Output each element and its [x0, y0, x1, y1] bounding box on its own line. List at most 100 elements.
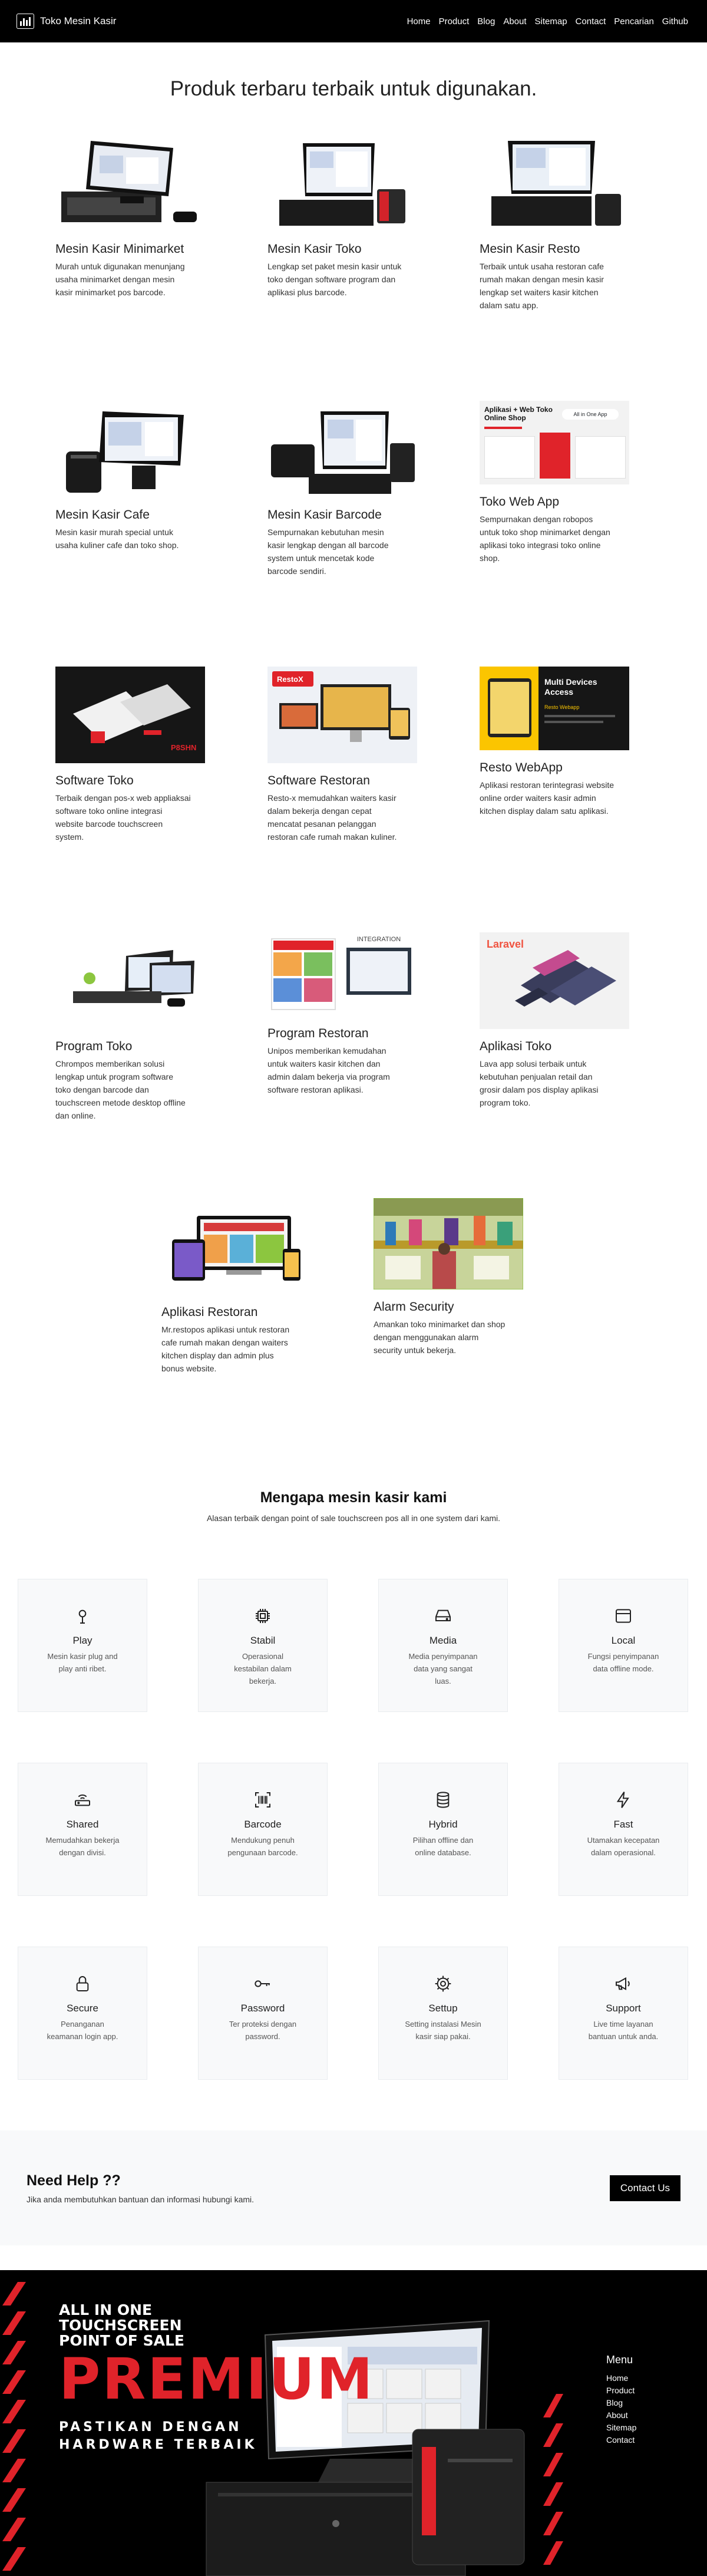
- feature-text: Pilihan offline dan online database.: [412, 1836, 474, 1857]
- product-card[interactable]: INTEGRATION Program Restoran Unipos memb…: [267, 932, 440, 1198]
- database-icon: [431, 1788, 455, 1812]
- feature-title: Local: [611, 1635, 636, 1646]
- product-card[interactable]: Program Toko Chrompos memberikan solusi …: [55, 932, 227, 1198]
- feature-card: Local Fungsi penyimpanan data offline mo…: [559, 1579, 688, 1712]
- hdd-icon: [431, 1604, 455, 1628]
- webapp-promo-image: Aplikasi + Web Toko Online Shop All in O…: [480, 401, 629, 484]
- feature-title: Fast: [613, 1819, 633, 1830]
- feature-title: Settup: [428, 2003, 458, 2014]
- footer-link-home[interactable]: Home: [606, 2372, 636, 2384]
- product-title[interactable]: Resto WebApp: [480, 761, 652, 775]
- product-title[interactable]: Program Restoran: [267, 1027, 440, 1041]
- product-title[interactable]: Mesin Kasir Toko: [267, 242, 440, 256]
- product-title[interactable]: Mesin Kasir Cafe: [55, 508, 227, 522]
- product-text: Terbaik untuk usaha restoran cafe rumah …: [480, 262, 604, 310]
- alarm-security-image: [374, 1198, 523, 1289]
- product-title[interactable]: Mesin Kasir Minimarket: [55, 242, 227, 256]
- feature-card: Secure Penanganan keamanan login app.: [18, 1947, 147, 2080]
- nav-link-contact[interactable]: Contact: [576, 17, 606, 27]
- product-text: Resto-x memudahkan waiters kasir dalam b…: [267, 793, 397, 842]
- feature-title: Play: [72, 1635, 92, 1646]
- product-card[interactable]: Mesin Kasir Resto Terbaik untuk usaha re…: [480, 135, 652, 401]
- feature-card: Shared Memudahkan bekerja dengan divisi.: [18, 1763, 147, 1896]
- footer-link-product[interactable]: Product: [606, 2384, 636, 2397]
- integration-text: INTEGRATION: [356, 936, 401, 943]
- feature-card: Support Live time layanan bantuan untuk …: [559, 1947, 688, 2080]
- brand[interactable]: Toko Mesin Kasir: [16, 14, 116, 29]
- product-card[interactable]: Aplikasi Restoran Mr.restopos aplikasi u…: [161, 1198, 333, 1464]
- product-title[interactable]: Aplikasi Restoran: [161, 1305, 333, 1320]
- screen-tile: [273, 952, 302, 976]
- help-section: Need Help ?? Jika anda membutuhkan bantu…: [0, 2130, 707, 2245]
- product-title[interactable]: Aplikasi Toko: [480, 1040, 652, 1054]
- feature-title: Media: [429, 1635, 457, 1646]
- product-card[interactable]: P8SHN Software Toko Terbaik dengan pos-x…: [55, 667, 227, 932]
- pos-terminal-image: [55, 135, 205, 232]
- product-card[interactable]: Laravel Aplikasi Toko Lava app solusi te…: [480, 932, 652, 1198]
- nav-link-home[interactable]: Home: [407, 17, 431, 27]
- feature-title: Barcode: [244, 1819, 282, 1830]
- promo-badge: All in One App: [562, 409, 619, 420]
- product-title[interactable]: Alarm Security: [374, 1300, 546, 1314]
- promo-underline: [484, 427, 522, 429]
- product-card[interactable]: Mesin Kasir Toko Lengkap set paket mesin…: [267, 135, 440, 401]
- nav-link-pencarian[interactable]: Pencarian: [614, 17, 654, 27]
- feature-card: Hybrid Pilihan offline dan online databa…: [378, 1763, 508, 1896]
- pos-terminal-image: [55, 401, 205, 497]
- aplikasi-toko-image: Laravel: [480, 932, 629, 1029]
- feature-text: Memudahkan bekerja dengan divisi.: [45, 1836, 120, 1857]
- product-text: Sempurnakan dengan robopos untuk toko sh…: [480, 514, 610, 563]
- footer-link-about[interactable]: About: [606, 2409, 636, 2422]
- brand-name: Toko Mesin Kasir: [40, 15, 117, 27]
- product-text: Mesin kasir murah special untuk usaha ku…: [55, 527, 179, 550]
- feature-card: Settup Setting instalasi Mesin kasir sia…: [378, 1947, 508, 2080]
- feature-title: Shared: [66, 1819, 99, 1830]
- footer: ALL IN ONE TOUCHSCREEN POINT OF SALE PRE…: [0, 2270, 707, 2576]
- barcode-icon: [251, 1788, 275, 1812]
- feature-text: Live time layanan bantuan untuk anda.: [588, 2020, 659, 2041]
- product-card[interactable]: Aplikasi + Web Toko Online Shop All in O…: [480, 401, 652, 667]
- feature-text: Penanganan keamanan login app.: [47, 2020, 118, 2041]
- footer-link-sitemap[interactable]: Sitemap: [606, 2422, 636, 2434]
- product-title[interactable]: Software Restoran: [267, 774, 440, 788]
- product-card[interactable]: RestoX Software Restoran Resto-x memudah…: [267, 667, 440, 932]
- contact-us-button[interactable]: Contact Us: [609, 2175, 680, 2201]
- product-text: Aplikasi restoran terintegrasi website o…: [480, 780, 614, 816]
- window-icon: [612, 1604, 635, 1628]
- software-toko-image: P8SHN: [55, 667, 205, 763]
- key-icon: [251, 1972, 275, 1996]
- promo-tile-2: [540, 433, 570, 479]
- product-card[interactable]: Multi Devices Access Resto Webapp Resto …: [480, 667, 652, 932]
- product-card[interactable]: Alarm Security Amankan toko minimarket d…: [374, 1198, 546, 1464]
- why-title: Mengapa mesin kasir kami: [260, 1489, 447, 1506]
- screen-tile: [304, 952, 332, 976]
- nav-link-sitemap[interactable]: Sitemap: [535, 17, 567, 27]
- promo-headline: Aplikasi + Web Toko Online Shop: [484, 405, 553, 422]
- feature-title: Secure: [67, 2003, 98, 2014]
- product-title[interactable]: Toko Web App: [480, 495, 652, 509]
- pos-logo-text: P8SHN: [171, 743, 196, 752]
- product-card[interactable]: Mesin Kasir Barcode Sempurnakan kebutuha…: [267, 401, 440, 667]
- product-text: Lengkap set paket mesin kasir untuk toko…: [267, 262, 402, 297]
- footer-link-blog[interactable]: Blog: [606, 2397, 636, 2409]
- help-text: Jika anda membutuhkan bantuan dan inform…: [27, 2194, 255, 2204]
- feature-text: Setting instalasi Mesin kasir siap pakai…: [405, 2020, 481, 2041]
- bar-chart-logo-icon: [16, 14, 34, 29]
- product-card[interactable]: Mesin Kasir Cafe Mesin kasir murah speci…: [55, 401, 227, 667]
- product-title[interactable]: Mesin Kasir Resto: [480, 242, 652, 256]
- nav-link-about[interactable]: About: [503, 17, 526, 27]
- program-toko-image: [55, 932, 205, 1029]
- footer-link-contact[interactable]: Contact: [606, 2434, 636, 2446]
- program-restoran-image: INTEGRATION: [267, 932, 417, 1016]
- product-text: Amankan toko minimarket dan shop dengan …: [374, 1320, 506, 1355]
- nav-link-blog[interactable]: Blog: [477, 17, 495, 27]
- nav-link-product[interactable]: Product: [439, 17, 470, 27]
- nav-link-github[interactable]: Github: [662, 17, 688, 27]
- product-title[interactable]: Program Toko: [55, 1040, 227, 1054]
- product-title[interactable]: Mesin Kasir Barcode: [267, 508, 440, 522]
- product-grid: Mesin Kasir Minimarket Murah untuk digun…: [55, 135, 652, 1464]
- feature-text: Media penyimpanan data yang sangat luas.: [408, 1652, 478, 1686]
- footer-menu-title: Menu: [606, 2354, 633, 2366]
- product-card[interactable]: Mesin Kasir Minimarket Murah untuk digun…: [55, 135, 227, 401]
- product-title[interactable]: Software Toko: [55, 774, 227, 788]
